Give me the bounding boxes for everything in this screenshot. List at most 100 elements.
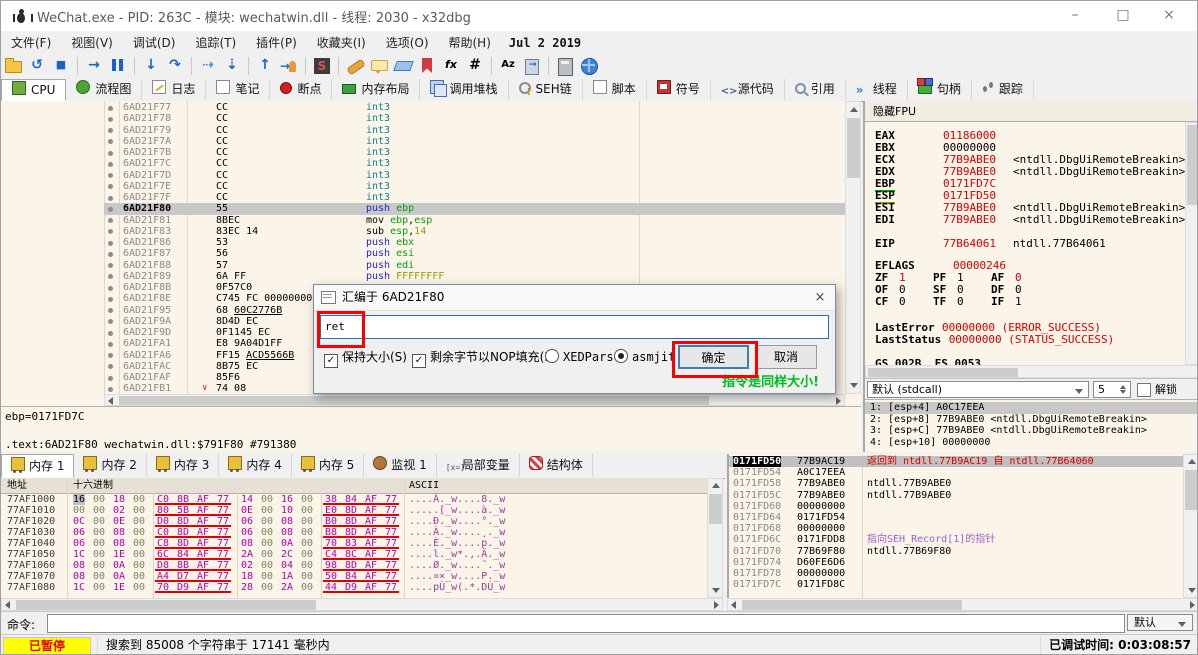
- tab-内存 2[interactable]: 内存 2: [74, 454, 146, 477]
- settings-globe-icon[interactable]: [577, 54, 601, 78]
- scroll-thumb[interactable]: [16, 600, 316, 610]
- register-row[interactable]: EBP0171FD7C: [865, 178, 1198, 190]
- asmjit-radio[interactable]: asmjit: [614, 347, 675, 367]
- breakpoint-dot-icon[interactable]: [108, 117, 113, 122]
- breakpoint-dot-icon[interactable]: [108, 297, 113, 302]
- breakpoint-dot-icon[interactable]: [108, 331, 113, 336]
- tab-句柄[interactable]: 句柄: [908, 79, 972, 100]
- step-into-source-icon[interactable]: ⇣: [220, 54, 244, 78]
- cancel-button[interactable]: 取消: [755, 345, 817, 369]
- spin-down-icon[interactable]: [1120, 390, 1126, 394]
- scroll-thumb[interactable]: [868, 368, 1018, 377]
- disasm-row[interactable]: 6AD21F8383EC 14sub esp,14: [1, 226, 861, 237]
- tab-内存 5[interactable]: 内存 5: [292, 454, 364, 477]
- checkbox-checked-icon[interactable]: ✓: [324, 354, 338, 368]
- disasm-row[interactable]: 6AD21F7ECCint3: [1, 181, 861, 192]
- breakpoint-dot-icon[interactable]: [108, 173, 113, 178]
- arguments-view[interactable]: 1: [esp+4] A0C17EEA2: [esp+8] 77B9ABE0 <…: [865, 399, 1198, 455]
- dump-row[interactable]: 77AF106008000A00D88BAF7702000400988DAF77…: [1, 560, 707, 571]
- register-row[interactable]: EAX01186000: [865, 130, 1198, 142]
- register-row[interactable]: EDI77B9ABE0<ntdll.DbgUiRemoteBreakin>: [865, 214, 1198, 226]
- scroll-right-icon[interactable]: [836, 397, 841, 405]
- breakpoint-dot-icon[interactable]: [108, 106, 113, 111]
- scroll-thumb[interactable]: [847, 118, 860, 178]
- tab-内存 1[interactable]: 内存 1: [1, 454, 74, 478]
- segments-row[interactable]: GS 002B FS 0053: [865, 358, 1198, 365]
- dump-row[interactable]: 77AF10501C001E006C84AF772A002C00C48CAF77…: [1, 549, 707, 560]
- dialog-title-bar[interactable]: 汇编于 6AD21F80 ×: [314, 285, 835, 311]
- argument-row[interactable]: 1: [esp+4] A0C17EEA: [865, 402, 1198, 414]
- disasm-row[interactable]: 6AD21F8857push edi: [1, 260, 861, 271]
- scroll-down-icon[interactable]: [850, 383, 858, 388]
- tab-CPU[interactable]: CPU: [1, 79, 66, 101]
- disasm-row[interactable]: 6AD21F8653push ebx: [1, 237, 861, 248]
- scroll-right-icon[interactable]: [714, 601, 719, 609]
- stop-animation-icon[interactable]: S: [310, 54, 334, 78]
- title-bar[interactable]: WeChat.exe - PID: 263C - 模块: wechatwin.d…: [1, 1, 1197, 32]
- laststatus-row[interactable]: LastStatus00000000 (STATUS_SUCCESS): [865, 334, 1198, 346]
- args-count-stepper[interactable]: 5: [1093, 381, 1131, 398]
- dump-row[interactable]: 77AF100016001800C08BAF77140016003884AF77…: [1, 494, 707, 505]
- registers-hscrollbar[interactable]: [865, 365, 1198, 378]
- scroll-right-icon[interactable]: [1190, 601, 1195, 609]
- stack-row[interactable]: 0171FD74D60FE6D6: [729, 557, 1183, 568]
- argument-row[interactable]: 4: [esp+10] 00000000: [865, 437, 1198, 449]
- tab-内存 3[interactable]: 内存 3: [147, 454, 219, 477]
- memory-dump-view[interactable]: 地址 十六进制 ASCII 77AF100016001800C08BAF7714…: [1, 478, 707, 598]
- flags-row[interactable]: CF0TF0IF1: [865, 296, 1198, 308]
- breakpoint-dot-icon[interactable]: [108, 207, 113, 212]
- pause-icon[interactable]: [106, 54, 130, 78]
- trace-fx-icon[interactable]: fx: [439, 54, 463, 78]
- scroll-thumb[interactable]: [742, 600, 962, 610]
- favourite-icon[interactable]: [415, 54, 439, 78]
- disasm-hscrollbar[interactable]: [104, 394, 845, 406]
- disasm-row[interactable]: 6AD21F79CCint3: [1, 125, 861, 136]
- menu-item[interactable]: 选项(O): [376, 31, 439, 54]
- register-row[interactable]: EIP77B64061ntdll.77B64061: [865, 238, 1198, 250]
- stack-row[interactable]: 0171FD7077B69F80ntdll.77B69F80: [729, 546, 1183, 557]
- calling-convention-select[interactable]: 默认 (stdcall): [867, 381, 1089, 398]
- registers-vscrollbar[interactable]: [1185, 122, 1198, 365]
- scroll-up-icon[interactable]: [850, 107, 858, 112]
- stack-row[interactable]: 0171FD5077B9AC19返回到 ntdll.77B9AC19 自 ntd…: [729, 456, 1183, 467]
- disasm-row[interactable]: 6AD21F818BECmov ebp,esp: [1, 215, 861, 226]
- tab-日志[interactable]: 日志: [142, 79, 206, 100]
- radio-selected-icon[interactable]: [614, 349, 628, 363]
- menu-item[interactable]: 插件(P): [246, 31, 307, 54]
- scroll-up-icon[interactable]: [1188, 459, 1196, 464]
- breakpoint-dot-icon[interactable]: [108, 218, 113, 223]
- dump-row[interactable]: 77AF103006000800C08DAF7706000800B88DAF77…: [1, 527, 707, 538]
- restart-icon[interactable]: ↺: [25, 54, 49, 78]
- tab-流程图[interactable]: 流程图: [66, 79, 142, 100]
- breakpoint-dot-icon[interactable]: [108, 286, 113, 291]
- spin-up-icon[interactable]: [1120, 385, 1126, 389]
- breakpoint-dot-icon[interactable]: [108, 364, 113, 369]
- tab-笔记[interactable]: 笔记: [206, 79, 270, 100]
- disasm-row[interactable]: 6AD21F77CCint3: [1, 102, 861, 113]
- tab-内存布局[interactable]: 内存布局: [332, 79, 420, 100]
- dump-vscrollbar[interactable]: [707, 478, 723, 598]
- stack-row[interactable]: 0171FD7C0171FD8C: [729, 579, 1183, 590]
- keep-size-checkbox[interactable]: ✓保持大小(S): [324, 347, 407, 367]
- breakpoint-dot-icon[interactable]: [108, 274, 113, 279]
- run-icon[interactable]: →: [82, 54, 106, 78]
- breakpoint-dot-icon[interactable]: [108, 376, 113, 381]
- ordinals-icon[interactable]: #: [463, 54, 487, 78]
- flags-row[interactable]: ZF1PF1AF0: [865, 272, 1198, 284]
- hide-fpu-button[interactable]: 隐藏FPU: [865, 101, 1198, 122]
- breakpoint-dot-icon[interactable]: [108, 319, 113, 324]
- stack-row[interactable]: 0171FD54A0C17EEA: [729, 467, 1183, 478]
- menu-item[interactable]: 视图(V): [61, 31, 123, 54]
- eflags-row[interactable]: EFLAGS00000246: [865, 260, 1198, 272]
- stack-view[interactable]: 0171FD5077B9AC19返回到 ntdll.77B9AC19 自 ntd…: [727, 454, 1183, 598]
- step-into-icon[interactable]: ↓: [139, 54, 163, 78]
- stack-row[interactable]: 0171FD640171FD54: [729, 512, 1183, 523]
- tab-脚本[interactable]: 脚本: [583, 79, 647, 100]
- attach-device-icon[interactable]: [520, 54, 544, 78]
- disasm-row[interactable]: 6AD21F78CCint3: [1, 113, 861, 124]
- argument-row[interactable]: 2: [esp+8] 77B9ABE0 <ntdll.DbgUiRemoteBr…: [865, 414, 1198, 426]
- scroll-thumb[interactable]: [1185, 470, 1198, 510]
- tab-SEH链[interactable]: SEH链: [509, 79, 583, 100]
- breakpoint-dot-icon[interactable]: [108, 342, 113, 347]
- disasm-row[interactable]: 6AD21F8055push ebp: [1, 203, 861, 214]
